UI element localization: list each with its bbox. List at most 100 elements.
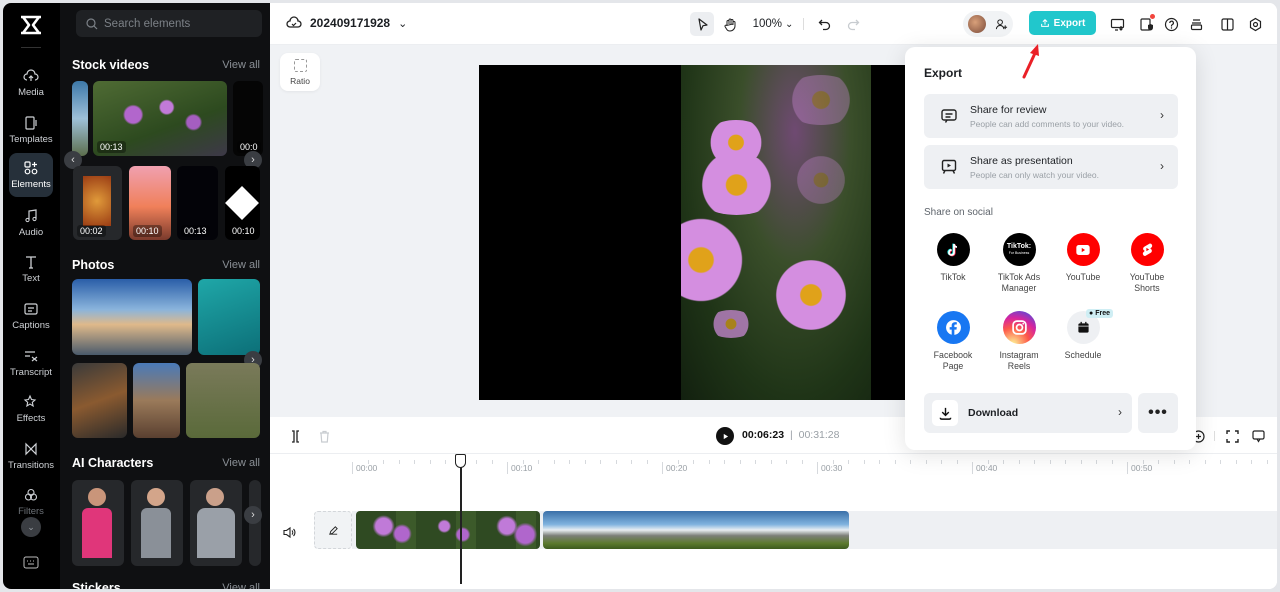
timeline-minor-tick: [553, 460, 555, 464]
share-tiktok-ads-manager[interactable]: TikTok: For Business TikTok Ads Manager: [989, 233, 1049, 294]
video-canvas[interactable]: [479, 65, 911, 400]
photo-thumbnail[interactable]: [198, 279, 260, 355]
view-all-photos[interactable]: View all: [222, 259, 260, 271]
comment-icon: [941, 109, 957, 123]
zoom-level: 100%: [752, 18, 783, 30]
rail-expand-button[interactable]: ⌄: [21, 517, 41, 537]
timeline-tick-label: 00:30: [817, 462, 842, 474]
layout-toggle-button[interactable]: [1216, 12, 1238, 36]
zoom-dropdown[interactable]: 100% ⌄: [751, 12, 795, 36]
transitions-icon: [25, 442, 37, 456]
view-all-ai-characters[interactable]: View all: [222, 457, 260, 469]
timeline-minor-tick: [646, 460, 648, 464]
photo-thumbnail[interactable]: [72, 279, 192, 355]
video-duration: 00:02: [77, 225, 106, 237]
split-button[interactable]: [284, 424, 306, 448]
search-input[interactable]: Search elements: [76, 10, 262, 37]
playback-time: 00:06:23 | 00:31:28: [742, 429, 839, 441]
fullscreen-button[interactable]: [1222, 424, 1242, 448]
ratio-button[interactable]: Ratio: [280, 53, 320, 91]
play-button[interactable]: [716, 427, 734, 445]
keyboard-shortcuts-icon[interactable]: [23, 556, 39, 569]
social-label: Instagram Reels: [999, 350, 1039, 371]
photo-thumbnail[interactable]: [186, 363, 260, 438]
share-youtube-shorts[interactable]: YouTube Shorts: [1117, 233, 1177, 294]
playhead[interactable]: [460, 454, 462, 584]
share-youtube[interactable]: YouTube: [1053, 233, 1113, 283]
rail-item-transcript[interactable]: Transcript: [9, 341, 53, 385]
timeline-minor-tick: [383, 460, 384, 464]
share-facebook-page[interactable]: Facebook Page: [923, 311, 983, 372]
share-schedule[interactable]: Schedule: [1053, 311, 1113, 361]
project-name-dropdown[interactable]: 202409171928 ⌄: [286, 15, 407, 31]
more-options-button[interactable]: •••: [1138, 393, 1178, 433]
filters-icon: [24, 488, 38, 501]
rail-item-captions[interactable]: Captions: [9, 294, 53, 338]
edit-cover-button[interactable]: [314, 511, 352, 549]
timeline-minor-tick: [848, 460, 849, 464]
security-button[interactable]: [1135, 12, 1157, 36]
video-clip-flowers[interactable]: [356, 511, 540, 549]
effects-icon: [23, 394, 37, 408]
carousel-next-button[interactable]: ›: [244, 506, 262, 524]
rail-item-transitions[interactable]: Transitions: [8, 434, 54, 478]
capcut-logo-icon[interactable]: [17, 13, 45, 37]
redo-button[interactable]: [841, 12, 865, 36]
layers-button[interactable]: [1185, 12, 1207, 36]
present-button[interactable]: [1106, 12, 1128, 36]
avatar[interactable]: [968, 15, 986, 33]
timeline-minor-tick: [367, 460, 369, 464]
share-instagram-reels[interactable]: Instagram Reels: [989, 311, 1049, 372]
rail-item-audio[interactable]: Audio: [9, 201, 53, 245]
comment-button[interactable]: [1248, 424, 1268, 448]
video-thumbnail[interactable]: 00:10: [225, 166, 260, 240]
video-thumbnail[interactable]: 00:13: [93, 81, 227, 156]
video-thumbnail[interactable]: 00:02: [73, 166, 122, 240]
captions-icon: [24, 303, 38, 315]
mute-track-button[interactable]: [280, 520, 298, 544]
video-thumbnail[interactable]: 00:10: [129, 166, 171, 240]
rail-item-templates[interactable]: Templates: [9, 108, 53, 152]
playhead-handle[interactable]: [455, 454, 466, 468]
view-all-stock-videos[interactable]: View all: [222, 59, 260, 71]
view-all-stickers[interactable]: View all: [222, 582, 260, 589]
hand-tool-button[interactable]: [718, 12, 742, 36]
help-button[interactable]: [1160, 12, 1182, 36]
chevron-down-icon: ⌄: [27, 521, 35, 532]
upload-icon: [1040, 18, 1049, 27]
timeline-minor-tick: [584, 460, 586, 464]
rail-divider: [21, 47, 41, 48]
undo-icon: [818, 19, 830, 30]
add-user-icon[interactable]: [995, 18, 1008, 31]
rail-item-elements[interactable]: Elements: [9, 153, 53, 197]
photo-thumbnail[interactable]: [72, 363, 127, 438]
timeline[interactable]: 00:00 00:10 00:20 00:30 00:40 00:50: [270, 454, 1277, 589]
share-as-presentation-button[interactable]: Share as presentation People can only wa…: [924, 145, 1178, 189]
timeline-minor-tick: [1096, 460, 1097, 464]
delete-button[interactable]: [313, 424, 335, 448]
photo-thumbnail[interactable]: [133, 363, 180, 438]
share-tiktok[interactable]: TikTok: [923, 233, 983, 283]
video-thumbnail[interactable]: 00:13: [177, 166, 218, 240]
collaborators[interactable]: [963, 11, 1013, 37]
video-clip-mountains[interactable]: [543, 511, 849, 549]
video-thumbnail[interactable]: 00:0: [233, 81, 263, 156]
ai-character-card[interactable]: [190, 480, 242, 566]
download-button[interactable]: Download ›: [924, 393, 1132, 433]
rail-item-media[interactable]: Media: [9, 61, 53, 105]
undo-button[interactable]: [812, 12, 836, 36]
select-tool-button[interactable]: [690, 12, 714, 36]
timeline-minor-tick: [1049, 460, 1051, 464]
settings-button[interactable]: [1244, 12, 1266, 36]
ai-character-card[interactable]: [131, 480, 183, 566]
timeline-minor-tick: [863, 460, 865, 464]
rail-item-text[interactable]: Text: [9, 247, 53, 291]
share-for-review-button[interactable]: Share for review People can add comments…: [924, 94, 1178, 138]
video-thumbnail[interactable]: [72, 81, 88, 156]
export-label: Export: [1053, 17, 1086, 29]
export-button[interactable]: Export: [1029, 11, 1096, 35]
ai-character-card[interactable]: [72, 480, 124, 566]
share-presentation-subtitle: People can only watch your video.: [970, 169, 1099, 180]
rail-item-effects[interactable]: Effects: [9, 387, 53, 431]
templates-icon: [25, 116, 37, 130]
